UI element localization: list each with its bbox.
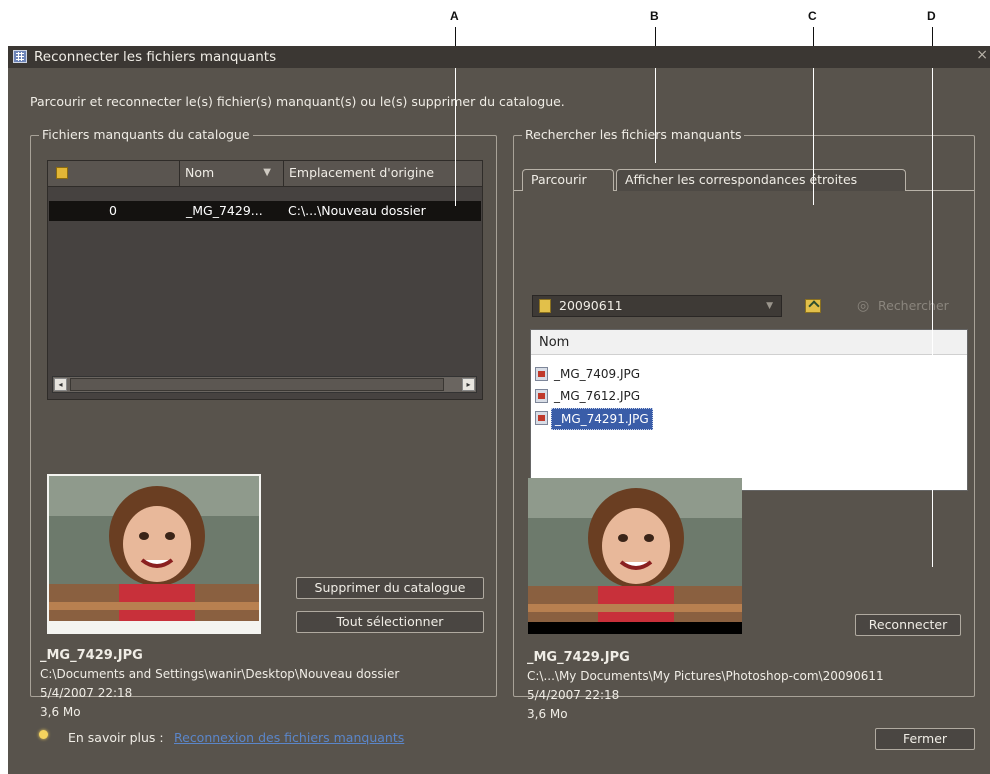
callout-line <box>655 68 656 163</box>
scroll-thumb[interactable] <box>70 378 444 391</box>
file-date: 5/4/2007 22:18 <box>527 688 620 702</box>
binoculars-icon[interactable]: ◎ <box>857 298 869 314</box>
file-list[interactable]: Nom _MG_7409.JPG _MG_7612.JPG _MG_74291.… <box>530 329 968 491</box>
file-date: 5/4/2007 22:18 <box>40 686 133 700</box>
title-bar: Reconnecter les fichiers manquants × <box>8 46 990 68</box>
file-size: 3,6 Mo <box>40 705 81 719</box>
horizontal-scrollbar[interactable]: ◂ ▸ <box>52 376 477 393</box>
girl-photo <box>47 474 261 634</box>
sort-desc-icon: ▼ <box>263 167 271 178</box>
window-title: Reconnecter les fichiers manquants <box>34 49 277 65</box>
scroll-left-icon[interactable]: ◂ <box>54 378 67 391</box>
missing-files-group: Fichiers manquants du catalogue Nom ▼ Em… <box>30 127 497 719</box>
callout-label: D <box>927 9 936 23</box>
row-number: 0 <box>109 203 117 218</box>
tab-close-matches[interactable]: Afficher les correspondances étroites <box>616 169 906 191</box>
folder-icon <box>539 299 551 313</box>
catalog-file-info: _MG_7429.JPG C:\Documents and Settings\w… <box>40 646 490 722</box>
callout-line <box>932 27 933 46</box>
column-name-label: Nom <box>185 165 215 180</box>
column-icon[interactable] <box>48 161 180 187</box>
image-file-icon <box>535 411 548 425</box>
chevron-down-icon: ▼ <box>766 301 773 311</box>
callout-line <box>932 68 933 567</box>
reconnect-dialog: Reconnecter les fichiers manquants × Par… <box>8 46 990 774</box>
folder-up-icon[interactable] <box>805 299 821 313</box>
tab-browse[interactable]: Parcourir <box>522 169 614 191</box>
file-path: C:\Documents and Settings\wanir\Desktop\… <box>40 667 400 681</box>
lightbulb-icon <box>39 730 48 739</box>
found-file-info: _MG_7429.JPG C:\...\My Documents\My Pict… <box>527 648 967 724</box>
callout-line <box>455 27 456 46</box>
close-button[interactable]: Fermer <box>875 728 975 750</box>
callout-line <box>813 27 814 46</box>
select-all-button[interactable]: Tout sélectionner <box>296 611 484 633</box>
search-missing-group: Rechercher les fichiers manquants Parcou… <box>513 127 975 721</box>
callout-line <box>455 68 456 206</box>
image-file-icon <box>535 389 548 403</box>
file-path: C:\...\My Documents\My Pictures\Photosho… <box>527 669 884 683</box>
app-grid-icon <box>13 50 27 63</box>
delete-from-catalog-button[interactable]: Supprimer du catalogue <box>296 577 484 599</box>
learn-more-label: En savoir plus : <box>68 730 164 745</box>
learn-more-link[interactable]: Reconnexion des fichiers manquants <box>174 730 404 745</box>
callout-label: A <box>450 9 459 23</box>
folder-dropdown[interactable]: 20090611 ▼ <box>532 295 782 317</box>
file-item-name: _MG_74291.JPG <box>551 408 653 430</box>
table-row[interactable]: 0 _MG_7429... C:\...\Nouveau dossier <box>49 201 481 221</box>
image-file-icon <box>535 367 548 381</box>
callout-line <box>655 27 656 46</box>
found-file-thumbnail <box>528 478 742 634</box>
column-image-icon <box>56 167 68 179</box>
girl-photo <box>528 478 742 634</box>
missing-files-table: Nom ▼ Emplacement d'origine 0 _MG_7429..… <box>47 160 483 400</box>
file-name: _MG_7429.JPG <box>40 648 143 663</box>
file-name: _MG_7429.JPG <box>527 650 630 665</box>
column-location[interactable]: Emplacement d'origine <box>284 161 482 187</box>
callout-line <box>813 68 814 205</box>
column-location-label: Emplacement d'origine <box>289 165 435 180</box>
file-list-header[interactable]: Nom <box>531 330 967 355</box>
scroll-right-icon[interactable]: ▸ <box>462 378 475 391</box>
folder-name: 20090611 <box>559 298 623 313</box>
reconnect-button[interactable]: Reconnecter <box>855 614 961 636</box>
column-name[interactable]: Nom ▼ <box>180 161 284 187</box>
missing-files-legend: Fichiers manquants du catalogue <box>39 127 253 142</box>
search-button[interactable]: Rechercher <box>878 298 949 313</box>
row-name: _MG_7429... <box>186 203 263 218</box>
callout-label: C <box>808 9 817 23</box>
catalog-thumbnail <box>47 474 261 634</box>
intro-text: Parcourir et reconnecter le(s) fichier(s… <box>30 94 565 109</box>
file-item-name: _MG_7612.JPG <box>554 389 641 403</box>
file-item-name: _MG_7409.JPG <box>554 367 641 381</box>
callout-label: B <box>650 9 659 23</box>
row-location: C:\...\Nouveau dossier <box>288 203 426 218</box>
file-size: 3,6 Mo <box>527 707 568 721</box>
search-missing-legend: Rechercher les fichiers manquants <box>522 127 745 142</box>
close-icon[interactable]: × <box>976 47 988 63</box>
